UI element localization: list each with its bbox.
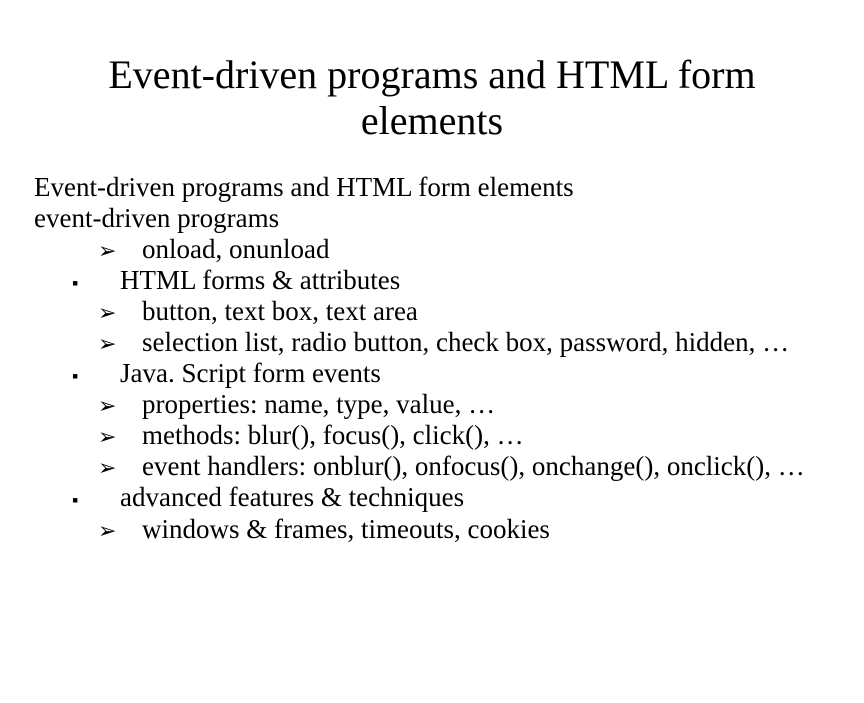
item-js-events: Java. Script form events [34,358,830,389]
sub-item-button: button, text box, text area [34,296,830,327]
text: event handlers: onblur(), onfocus(), onc… [142,451,805,481]
text: properties: name, type, value, … [142,389,495,419]
sub-item-onload: onload, onunload [34,234,830,265]
item-forms: HTML forms & attributes [34,265,830,296]
sub-item-windows: windows & frames, timeouts, cookies [34,514,830,545]
text: onload, onunload [142,234,329,264]
sub-item-handlers: event handlers: onblur(), onfocus(), onc… [34,451,830,482]
text: Java. Script form events [120,358,381,388]
slide-body: Event-driven programs and HTML form elem… [34,172,830,545]
text: methods: blur(), focus(), click(), … [142,420,524,450]
text: windows & frames, timeouts, cookies [142,514,550,544]
intro-line-2: event-driven programs [34,203,830,234]
sub-item-methods: methods: blur(), focus(), click(), … [34,420,830,451]
slide: Event-driven programs and HTML form elem… [0,0,864,565]
slide-title: Event-driven programs and HTML form elem… [34,52,830,144]
text: advanced features & techniques [120,482,464,512]
text: button, text box, text area [142,296,418,326]
text: selection list, radio button, check box,… [142,327,789,357]
sub-item-selection: selection list, radio button, check box,… [34,327,830,358]
item-advanced: advanced features & techniques [34,482,830,513]
sub-item-properties: properties: name, type, value, … [34,389,830,420]
intro-line-1: Event-driven programs and HTML form elem… [34,172,830,203]
text: HTML forms & attributes [120,265,400,295]
